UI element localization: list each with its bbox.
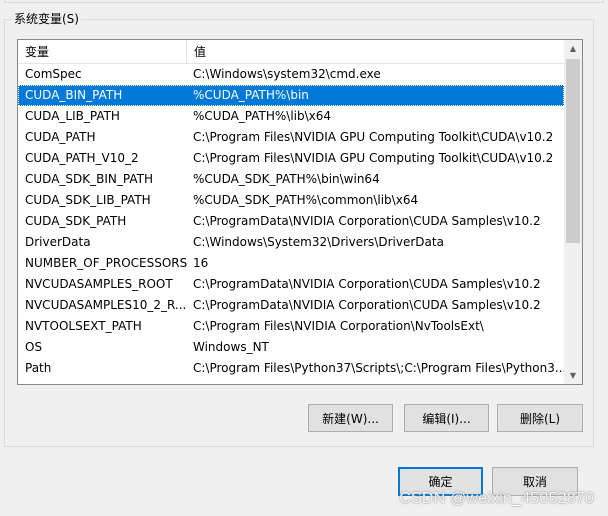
list-rows: ComSpec C:\Windows\system32\cmd.exe CUDA_B… [18, 64, 564, 379]
variable-value: C:\Program Files\NVIDIA GPU Computing To… [193, 151, 554, 165]
table-row[interactable]: NVCUDASAMPLES_ROOT C:\ProgramData\NVIDIA … [18, 274, 564, 295]
table-row[interactable]: ComSpec C:\Windows\system32\cmd.exe [18, 64, 564, 85]
variable-value: C:\Program Files\Python37\Scripts\;C:\Pr… [193, 361, 564, 375]
table-row[interactable]: CUDA_PATH C:\Program Files\NVIDIA GPU Com… [18, 127, 564, 148]
variable-value: C:\ProgramData\NVIDIA Corporation\CUDA S… [193, 298, 541, 312]
list-header: 变量 值 [18, 40, 564, 64]
column-header-value[interactable]: 值 [186, 40, 564, 64]
variable-name: CUDA_SDK_LIB_PATH [25, 193, 151, 207]
table-row[interactable]: DriverData C:\Windows\System32\Drivers\Dr… [18, 232, 564, 253]
table-row[interactable]: CUDA_PATH_V10_2 C:\Program Files\NVIDIA G… [18, 148, 564, 169]
variable-value: C:\Windows\System32\Drivers\DriverData [193, 235, 444, 249]
variable-name: Path [25, 361, 52, 375]
table-row[interactable]: NUMBER_OF_PROCESSORS 16 [18, 253, 564, 274]
variable-name: CUDA_BIN_PATH [25, 88, 123, 102]
scrollbar-thumb[interactable] [566, 59, 580, 243]
table-row[interactable]: CUDA_SDK_PATH C:\ProgramData\NVIDIA Corpo… [18, 211, 564, 232]
table-row[interactable]: CUDA_SDK_LIB_PATH %CUDA_SDK_PATH%\common\… [18, 190, 564, 211]
variable-name: CUDA_PATH_V10_2 [25, 151, 139, 165]
table-row[interactable]: CUDA_BIN_PATH %CUDA_PATH%\bin [18, 85, 564, 106]
variable-name: CUDA_LIB_PATH [25, 109, 120, 123]
variable-value: C:\ProgramData\NVIDIA Corporation\CUDA S… [193, 214, 541, 228]
variable-name: DriverData [25, 235, 91, 249]
system-variables-title: 系统变量(S) [12, 11, 81, 27]
column-header-variable[interactable]: 变量 [18, 40, 186, 64]
variable-value: C:\Program Files\NVIDIA GPU Computing To… [193, 130, 554, 144]
variable-name: NVCUDASAMPLES_ROOT [25, 277, 173, 291]
watermark: CSDN @weixin_45052870 [399, 490, 594, 507]
system-variables-list[interactable]: 变量 值 ComSpec C:\Windows\system32\cmd.exe C… [17, 39, 583, 385]
table-row[interactable]: CUDA_SDK_BIN_PATH %CUDA_SDK_PATH%\bin\win… [18, 169, 564, 190]
upper-group-border [4, 0, 604, 3]
variable-name: NVCUDASAMPLES10_2_R... [25, 298, 187, 312]
new-variable-button[interactable]: 新建(W)... [308, 404, 393, 432]
variable-name: NUMBER_OF_PROCESSORS [25, 256, 187, 270]
variable-value: %CUDA_SDK_PATH%\bin\win64 [193, 172, 380, 186]
variable-name: ComSpec [25, 67, 82, 81]
table-row[interactable]: CUDA_LIB_PATH %CUDA_PATH%\lib\x64 [18, 106, 564, 127]
variable-name: CUDA_SDK_PATH [25, 214, 127, 228]
variable-value: C:\Windows\system32\cmd.exe [193, 67, 381, 81]
edit-variable-button[interactable]: 编辑(I)... [404, 404, 489, 432]
table-row[interactable]: NVTOOLSEXT_PATH C:\Program Files\NVIDIA C… [18, 316, 564, 337]
variable-value: %CUDA_SDK_PATH%\common\lib\x64 [193, 193, 419, 207]
variable-name: CUDA_PATH [25, 130, 96, 144]
variable-value: %CUDA_PATH%\lib\x64 [193, 109, 332, 123]
vertical-scrollbar[interactable]: ▲ ▼ [564, 40, 582, 384]
variable-value: Windows_NT [193, 340, 269, 354]
variable-value: 16 [193, 256, 209, 270]
variable-value: %CUDA_PATH%\bin [193, 88, 309, 102]
variable-name: CUDA_SDK_BIN_PATH [25, 172, 153, 186]
variable-value: C:\ProgramData\NVIDIA Corporation\CUDA S… [193, 277, 541, 291]
table-row[interactable]: NVCUDASAMPLES10_2_R... C:\ProgramData\NVI… [18, 295, 564, 316]
table-row[interactable]: Path C:\Program Files\Python37\Scripts\;C… [18, 358, 564, 379]
table-row[interactable]: OS Windows_NT [18, 337, 564, 358]
variable-value: C:\Program Files\NVIDIA Corporation\NvTo… [193, 319, 484, 333]
scroll-up-arrow-icon[interactable]: ▲ [564, 40, 582, 57]
scroll-down-arrow-icon[interactable]: ▼ [564, 367, 582, 384]
delete-variable-button[interactable]: 删除(L) [497, 404, 583, 432]
variable-name: NVTOOLSEXT_PATH [25, 319, 142, 333]
variable-name: OS [25, 340, 43, 354]
